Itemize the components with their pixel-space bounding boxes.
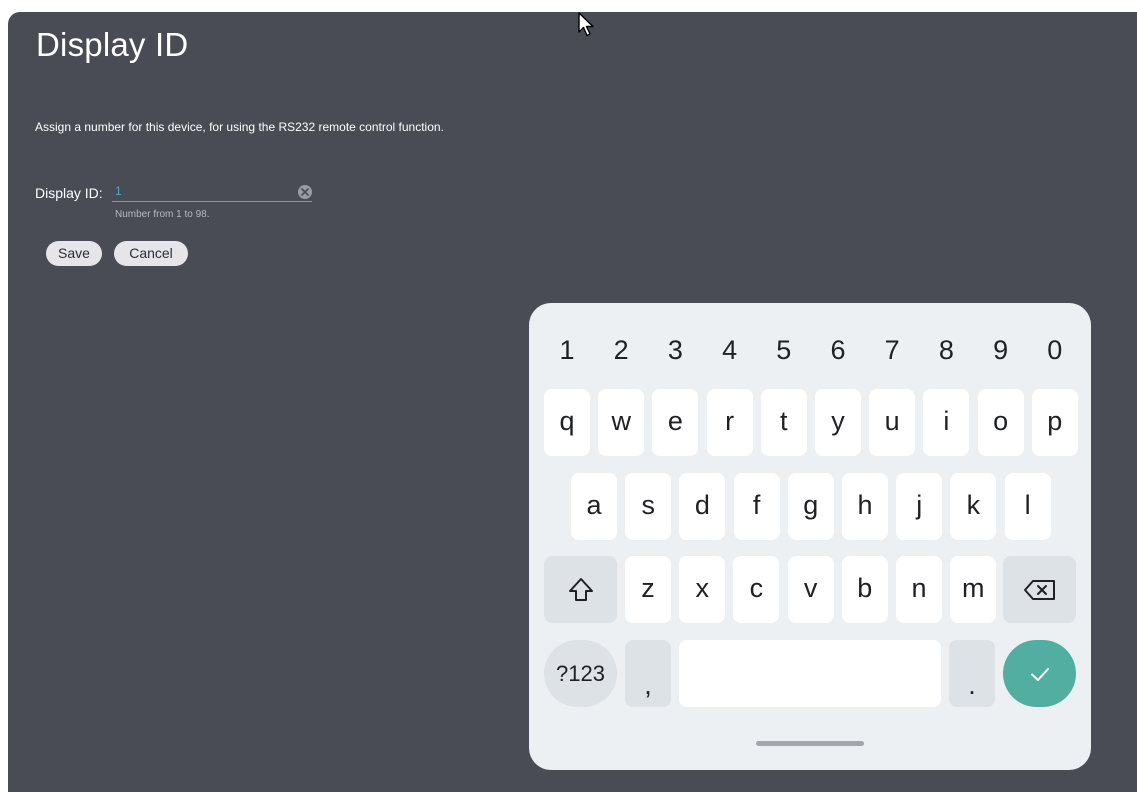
display-id-input[interactable]: 1 — [112, 184, 312, 202]
key-p[interactable]: p — [1031, 389, 1078, 456]
key-z[interactable]: z — [625, 556, 671, 623]
display-id-field-row: Display ID: 1 — [35, 184, 335, 206]
key-6[interactable]: 6 — [815, 330, 861, 370]
key-y[interactable]: y — [815, 389, 861, 456]
key-4[interactable]: 4 — [707, 330, 753, 370]
period-key[interactable]: . — [949, 640, 995, 707]
key-v[interactable]: v — [787, 556, 834, 623]
key-l[interactable]: l — [1004, 473, 1051, 540]
display-id-label: Display ID: — [35, 185, 103, 201]
key-q[interactable]: q — [544, 389, 590, 456]
key-9[interactable]: 9 — [978, 330, 1024, 370]
shift-icon — [569, 578, 593, 601]
on-screen-keyboard: 1234567890 qwertyuiop asdfghjkl zxcvbnm … — [529, 303, 1091, 770]
key-x[interactable]: x — [679, 556, 726, 623]
key-m[interactable]: m — [950, 556, 997, 623]
page-title: Display ID — [36, 26, 189, 63]
comma-key[interactable]: , — [625, 640, 671, 707]
key-8[interactable]: 8 — [923, 330, 969, 370]
display-id-helper-text: Number from 1 to 98. — [115, 209, 210, 220]
mouse-pointer-icon — [577, 12, 597, 43]
key-u[interactable]: u — [869, 389, 916, 456]
key-t[interactable]: t — [760, 389, 807, 456]
key-e[interactable]: e — [652, 389, 699, 456]
key-i[interactable]: i — [923, 389, 970, 456]
key-c[interactable]: c — [733, 556, 780, 623]
key-h[interactable]: h — [842, 473, 888, 540]
key-1[interactable]: 1 — [544, 330, 590, 370]
key-o[interactable]: o — [977, 389, 1024, 456]
key-n[interactable]: n — [896, 556, 942, 623]
key-k[interactable]: k — [950, 473, 997, 540]
navigation-handle[interactable] — [756, 741, 864, 746]
key-r[interactable]: r — [706, 389, 753, 456]
key-w[interactable]: w — [598, 389, 645, 456]
page-description: Assign a number for this device, for usi… — [35, 120, 444, 134]
key-f[interactable]: f — [733, 473, 780, 540]
shift-key[interactable] — [544, 556, 617, 623]
backspace-icon — [1024, 580, 1055, 600]
symbols-key[interactable]: ?123 — [544, 640, 617, 707]
clear-icon[interactable] — [298, 185, 312, 199]
space-key[interactable] — [679, 640, 941, 707]
key-3[interactable]: 3 — [652, 330, 698, 370]
backspace-key[interactable] — [1003, 556, 1076, 623]
key-7[interactable]: 7 — [869, 330, 915, 370]
key-5[interactable]: 5 — [761, 330, 807, 370]
display-id-value: 1 — [115, 184, 122, 198]
key-b[interactable]: b — [841, 556, 888, 623]
cancel-button[interactable]: Cancel — [114, 241, 188, 266]
key-g[interactable]: g — [787, 473, 834, 540]
key-a[interactable]: a — [571, 473, 617, 540]
checkmark-icon — [1031, 668, 1049, 681]
key-0[interactable]: 0 — [1032, 330, 1078, 370]
save-button[interactable]: Save — [46, 241, 102, 266]
key-s[interactable]: s — [625, 473, 672, 540]
key-2[interactable]: 2 — [598, 330, 644, 370]
key-j[interactable]: j — [896, 473, 943, 540]
enter-key[interactable] — [1003, 640, 1076, 707]
key-d[interactable]: d — [679, 473, 726, 540]
